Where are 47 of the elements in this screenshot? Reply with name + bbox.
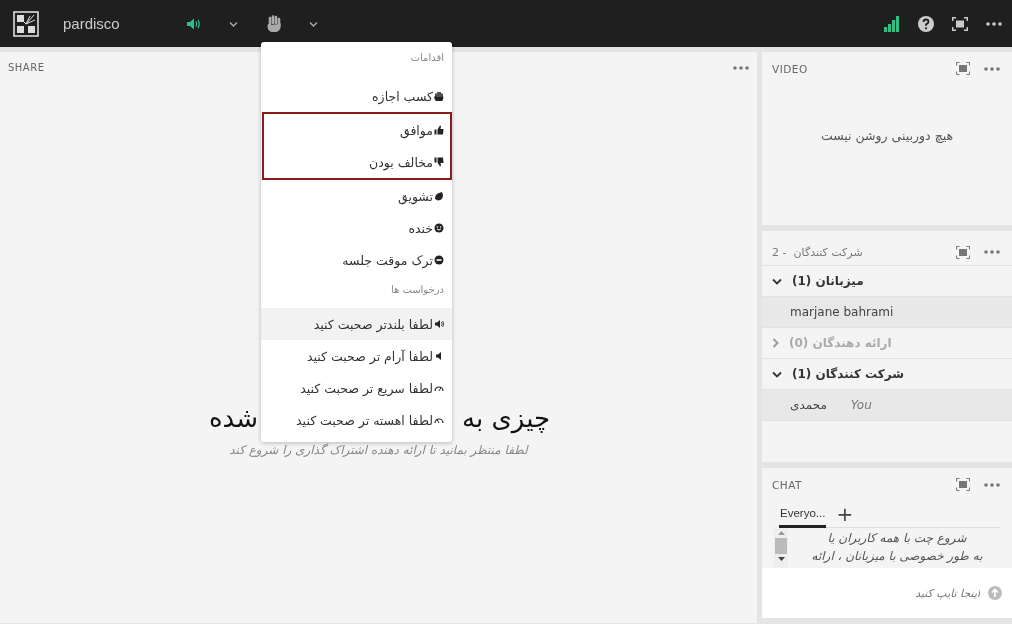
logo-icon <box>13 10 39 37</box>
menu-item[interactable]: لطفا سریع تر صحبت کنید <box>261 372 452 404</box>
thumbs-down-icon <box>434 157 444 167</box>
add-tab-button[interactable]: + <box>836 504 854 524</box>
panel-title: SHARE <box>8 62 45 73</box>
menu-item[interactable]: موافق <box>264 114 450 146</box>
chevron-down-icon <box>772 277 782 285</box>
scroll-up-icon <box>777 531 785 535</box>
gauge-icon <box>434 383 444 393</box>
panel-title: VIDEO <box>772 62 808 75</box>
fullscreen-icon[interactable] <box>952 16 968 31</box>
speaker-icon[interactable] <box>185 16 202 31</box>
participant-row[interactable]: marjane bahrami <box>762 297 1012 328</box>
scrollbar[interactable] <box>774 528 788 568</box>
menu-item[interactable]: لطفا اهسته تر صحبت کنید <box>261 404 452 436</box>
minus-circle-icon <box>434 255 444 265</box>
chevron-down-icon[interactable] <box>228 20 238 27</box>
chat-message: شروع چت با همه کاربران یا به طور خصوصی با میزبانان ، ارائه <box>810 530 984 565</box>
panel-title: شرکت کنندگان - 2 <box>772 245 863 259</box>
menu-item[interactable]: ترک موقت جلسه <box>261 244 452 276</box>
app-name: pardisco <box>63 15 120 32</box>
heading-text: شده <box>208 403 258 433</box>
empty-message: هیچ دوربینی روشن نیست <box>820 127 954 143</box>
chevron-down-icon[interactable] <box>308 20 318 27</box>
you-label: You <box>850 398 872 412</box>
chevron-right-icon <box>772 338 779 348</box>
scroll-down-icon <box>777 557 785 561</box>
menu-item[interactable]: تشویق <box>261 180 452 212</box>
signal-bars-icon <box>884 15 900 32</box>
menu-item[interactable]: کسب اجازه <box>261 80 452 112</box>
menu-item[interactable]: مخالف بودن <box>264 146 450 178</box>
menu-item[interactable]: خنده <box>261 212 452 244</box>
more-icon[interactable] <box>986 21 1002 26</box>
thumbs-up-icon <box>434 125 444 135</box>
heading-text: چیزی به <box>462 403 551 433</box>
smiley-icon <box>434 223 444 233</box>
menu-item[interactable]: لطفا آرام تر صحبت کنید <box>261 340 452 372</box>
menu-section-title: درخواست ها <box>389 283 445 297</box>
panel-title: CHAT <box>772 478 802 491</box>
speaker-loud-icon <box>434 319 444 329</box>
speaker-icon <box>434 351 444 361</box>
subtitle-text: لطفا منتظر بمانید تا ارائه دهنده اشتراک گذاری را شروع کند <box>229 443 528 457</box>
menu-section-title: اقدامات <box>409 51 445 65</box>
gauge-icon <box>434 415 444 425</box>
help-icon[interactable] <box>918 15 934 32</box>
menu-item[interactable]: لطفا بلندتر صحبت کنید <box>261 308 452 340</box>
chevron-down-icon <box>772 370 782 378</box>
